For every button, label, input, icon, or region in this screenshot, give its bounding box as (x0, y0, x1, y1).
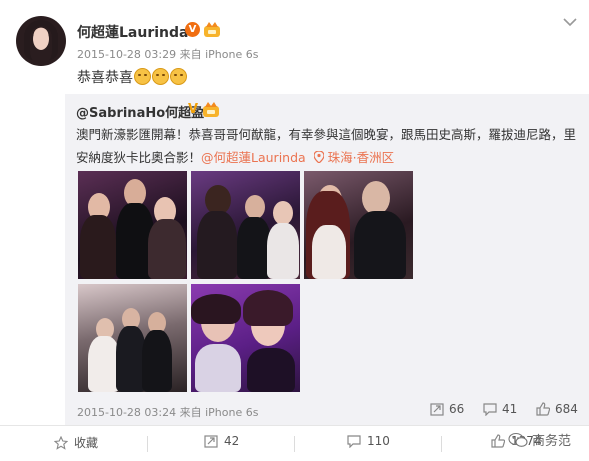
author-name[interactable]: 何超蓮Laurinda (77, 22, 188, 42)
person-head (273, 201, 293, 225)
post-text: 恭喜恭喜 (77, 67, 187, 87)
person-figure (197, 211, 237, 279)
repost-meta: 2015-10-28 03:24 来自 iPhone 6s (77, 406, 259, 419)
favorite-button[interactable]: 收藏 (53, 434, 99, 451)
repost-forward-count: 66 (449, 402, 465, 416)
repost-text-main: 澳門新濠影匯開幕！恭喜哥哥何猷龍，有幸參與這個晚宴，跟馬田史高斯，羅拔迪尼路，里… (76, 127, 577, 165)
mention-link[interactable]: @何超蓮Laurinda (201, 150, 306, 165)
forward-icon (204, 435, 218, 448)
person-figure (243, 290, 293, 326)
divider (441, 436, 442, 452)
person-figure (312, 225, 346, 279)
comment-button[interactable]: 110 (347, 434, 390, 449)
person-figure (80, 215, 116, 279)
avatar[interactable] (16, 16, 66, 66)
person-figure (195, 344, 241, 392)
comment-icon (347, 435, 361, 449)
vip-crown-icon (203, 102, 219, 117)
post-text-content: 恭喜恭喜 (77, 70, 133, 86)
thumbs-up-icon (536, 402, 551, 416)
person-figure (237, 217, 271, 279)
photo-thumbnail[interactable] (78, 284, 187, 392)
repost-comment-stat[interactable]: 41 (483, 402, 518, 417)
person-figure (354, 211, 406, 279)
vip-crown-icon (204, 22, 220, 37)
divider (294, 436, 295, 452)
person-head (245, 195, 265, 219)
verified-icon: V (185, 22, 200, 37)
comment-icon (483, 403, 497, 417)
person-figure (247, 348, 295, 392)
photo-thumbnail[interactable] (191, 284, 300, 392)
forward-button[interactable]: 42 (204, 434, 239, 448)
location-pin-icon (313, 150, 325, 164)
wechat-logo-icon (508, 432, 528, 447)
blush-emoji-icon (170, 68, 187, 85)
watermark-text: 商务范 (532, 434, 572, 449)
favorite-label: 收藏 (74, 436, 99, 450)
person-figure (191, 294, 241, 324)
repost-verified-icon: V (188, 102, 199, 117)
divider (147, 436, 148, 452)
person-figure (148, 219, 186, 279)
blush-emoji-icon (134, 68, 151, 85)
repost-author-name[interactable]: @SabrinaHo何超盈 (76, 102, 204, 121)
comment-count: 110 (367, 434, 390, 448)
person-head (362, 181, 390, 215)
photo-thumbnail[interactable] (78, 171, 187, 279)
forward-icon (430, 403, 444, 416)
photo-thumbnail[interactable] (191, 171, 300, 279)
watermark: 商务范 (508, 430, 571, 449)
thumbs-up-icon (491, 434, 506, 448)
person-figure (267, 223, 299, 279)
repost-text: 澳門新濠影匯開幕！恭喜哥哥何猷龍，有幸參與這個晚宴，跟馬田史高斯，羅拔迪尼路，里… (76, 123, 582, 169)
repost-forward-stat[interactable]: 66 (430, 402, 464, 416)
blush-emoji-icon (152, 68, 169, 85)
person-figure (142, 330, 172, 392)
repost-like-stat[interactable]: 684 (536, 402, 578, 416)
repost-comment-count: 41 (502, 402, 518, 416)
post-meta: 2015-10-28 03:29 来自 iPhone 6s (77, 48, 259, 61)
forward-count: 42 (224, 434, 240, 448)
chevron-down-icon[interactable] (563, 17, 577, 27)
star-icon (53, 435, 69, 450)
repost-like-count: 684 (555, 402, 578, 416)
location-link[interactable]: 珠海·香洲区 (328, 150, 394, 165)
avatar-face (33, 28, 49, 50)
photo-thumbnail[interactable] (304, 171, 413, 279)
